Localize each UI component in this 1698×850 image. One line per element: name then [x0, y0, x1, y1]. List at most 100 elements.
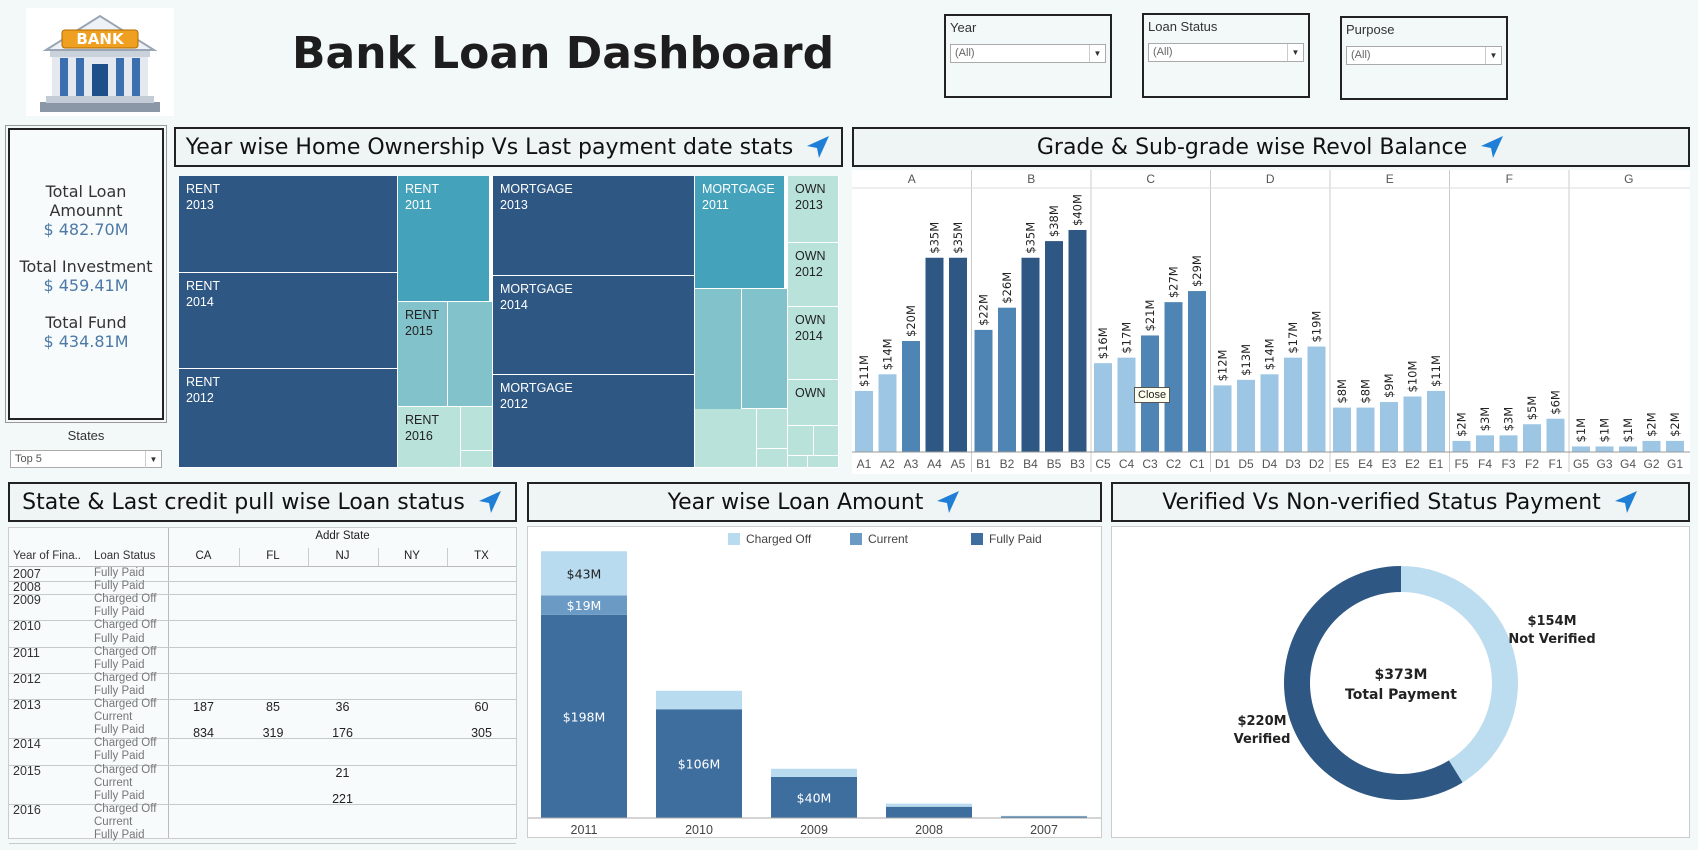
- states-filter[interactable]: States Top 5 ▼: [8, 428, 164, 472]
- bar: [1523, 424, 1541, 452]
- treemap-cell[interactable]: RENT 2011: [398, 176, 490, 302]
- loan-status-label: Fully Paid: [94, 606, 145, 619]
- treemap-cell[interactable]: MORTGAGE 2012: [493, 375, 695, 468]
- slice-value-label: $154M: [1527, 614, 1576, 629]
- treemap-cell-year: 2012: [186, 391, 214, 405]
- column-header: Addr State: [315, 530, 370, 542]
- bar-data-label: $26M: [1000, 272, 1014, 304]
- bar: [1499, 435, 1518, 452]
- treemap-cell[interactable]: OWN 2013: [788, 176, 839, 243]
- table-cell-value: 60: [474, 700, 489, 714]
- purpose-filter[interactable]: Purpose (All) ▼: [1340, 16, 1508, 100]
- treemap-cell[interactable]: [695, 409, 757, 468]
- bar-data-label: $3M: [1478, 407, 1492, 432]
- tooltip-close[interactable]: Close: [1134, 387, 1171, 403]
- treemap-cell-year: 2013: [795, 198, 823, 212]
- treemap-cell[interactable]: RENT 2013: [179, 176, 398, 273]
- subgrade-tick-label: E2: [1405, 457, 1420, 471]
- chevron-down-icon[interactable]: ▼: [1287, 44, 1303, 61]
- treemap-cell[interactable]: OWN 2014: [788, 307, 839, 380]
- purpose-filter-value: (All): [1351, 49, 1371, 61]
- treemap-cell[interactable]: [757, 409, 788, 449]
- chevron-down-icon[interactable]: ▼: [1485, 47, 1501, 64]
- verified-panel-title: Verified Vs Non-verified Status Payment: [1162, 489, 1601, 515]
- navigate-arrow-icon[interactable]: [805, 134, 831, 160]
- treemap-cell-label: MORTGAGE: [500, 282, 573, 296]
- bar: [1260, 374, 1279, 452]
- navigate-arrow-icon[interactable]: [1479, 134, 1505, 160]
- treemap-cell[interactable]: RENT 2012: [179, 369, 398, 468]
- year-label: 2009: [13, 593, 41, 608]
- loan-status-filter-value: (All): [1153, 46, 1173, 58]
- treemap-cell[interactable]: [742, 289, 788, 409]
- subgrade-tick-label: A2: [880, 457, 895, 471]
- year-label: 2013: [13, 698, 41, 712]
- year-label: 2012: [13, 671, 41, 686]
- stacked-bar-segment: [771, 768, 857, 777]
- bar: [855, 390, 873, 452]
- treemap-cell[interactable]: [788, 456, 808, 468]
- year-divider: [9, 803, 516, 805]
- bar-data-label: $1M: [1621, 418, 1635, 443]
- bar: [1213, 385, 1232, 452]
- treemap-cell[interactable]: RENT 2014: [179, 273, 398, 369]
- treemap-cell[interactable]: [448, 302, 493, 407]
- bar: [1666, 440, 1684, 452]
- treemap-cell-label: OWN: [795, 182, 826, 196]
- treemap-cell[interactable]: OWN 2012: [788, 243, 839, 307]
- chevron-down-icon[interactable]: ▼: [1089, 45, 1105, 62]
- loan-status-label: Current: [94, 776, 133, 789]
- treemap-cell[interactable]: RENT 2016: [398, 407, 461, 468]
- purpose-filter-select[interactable]: (All) ▼: [1346, 46, 1502, 65]
- chevron-down-icon[interactable]: ▼: [145, 451, 161, 468]
- grade-header-label: G: [1624, 172, 1633, 186]
- states-filter-select[interactable]: Top 5 ▼: [10, 450, 162, 468]
- bar: [1117, 357, 1136, 452]
- loan-status-label: Charged Off: [94, 737, 157, 750]
- navigate-arrow-icon[interactable]: [935, 489, 961, 515]
- treemap-cell[interactable]: [461, 451, 493, 468]
- navigate-arrow-icon[interactable]: [1613, 489, 1639, 515]
- treemap-cell[interactable]: MORTGAGE 2011: [695, 176, 785, 289]
- year-divider: [9, 738, 516, 740]
- treemap-cell-label: RENT: [186, 279, 221, 293]
- bar: [1380, 402, 1398, 452]
- bar: [1333, 407, 1351, 452]
- subgrade-tick-label: G3: [1596, 457, 1612, 471]
- bar-data-label: $8M: [1335, 379, 1349, 404]
- bar: [1427, 390, 1445, 452]
- treemap-cell[interactable]: RENT 2015: [398, 302, 448, 407]
- x-tick-label: 2008: [915, 823, 943, 837]
- treemap-cell[interactable]: [757, 449, 788, 468]
- treemap-cell[interactable]: OWN: [788, 380, 839, 426]
- bar-data-label: $198M: [563, 709, 606, 724]
- bar: [1021, 257, 1040, 452]
- bar-data-label: $17M: [1286, 322, 1300, 354]
- bar-data-label: $21M: [1143, 300, 1157, 332]
- year-divider: [9, 672, 516, 674]
- year-filter[interactable]: Year (All) ▼: [944, 14, 1112, 98]
- bar: [1595, 446, 1614, 452]
- treemap-cell[interactable]: [788, 426, 814, 456]
- loan-status-filter[interactable]: Loan Status (All) ▼: [1142, 13, 1310, 98]
- loan-status-filter-select[interactable]: (All) ▼: [1148, 43, 1304, 62]
- bar-data-label: $14M: [1263, 338, 1277, 370]
- subgrade-tick-label: C5: [1095, 457, 1111, 471]
- navigate-arrow-icon[interactable]: [477, 489, 503, 515]
- x-tick-label: 2009: [800, 823, 828, 837]
- bar-data-label: $16M: [1096, 327, 1110, 359]
- loan-status-label: Fully Paid: [94, 658, 145, 671]
- subgrade-tick-label: F2: [1525, 457, 1539, 471]
- treemap-cell[interactable]: [808, 456, 839, 468]
- bar-data-label: $17M: [1120, 322, 1134, 354]
- treemap-cell[interactable]: [814, 426, 839, 456]
- year-filter-select[interactable]: (All) ▼: [950, 44, 1106, 63]
- subgrade-tick-label: C4: [1119, 457, 1135, 471]
- treemap-cell[interactable]: MORTGAGE 2014: [493, 276, 695, 375]
- treemap-cell-label: RENT: [405, 182, 440, 196]
- treemap-cell[interactable]: [461, 407, 493, 451]
- state-column-label: FL: [266, 550, 280, 562]
- kpi-total-loan-label: Total Loan Amounnt: [45, 182, 127, 220]
- treemap-cell[interactable]: MORTGAGE 2013: [493, 176, 695, 276]
- header-divider: [9, 566, 516, 567]
